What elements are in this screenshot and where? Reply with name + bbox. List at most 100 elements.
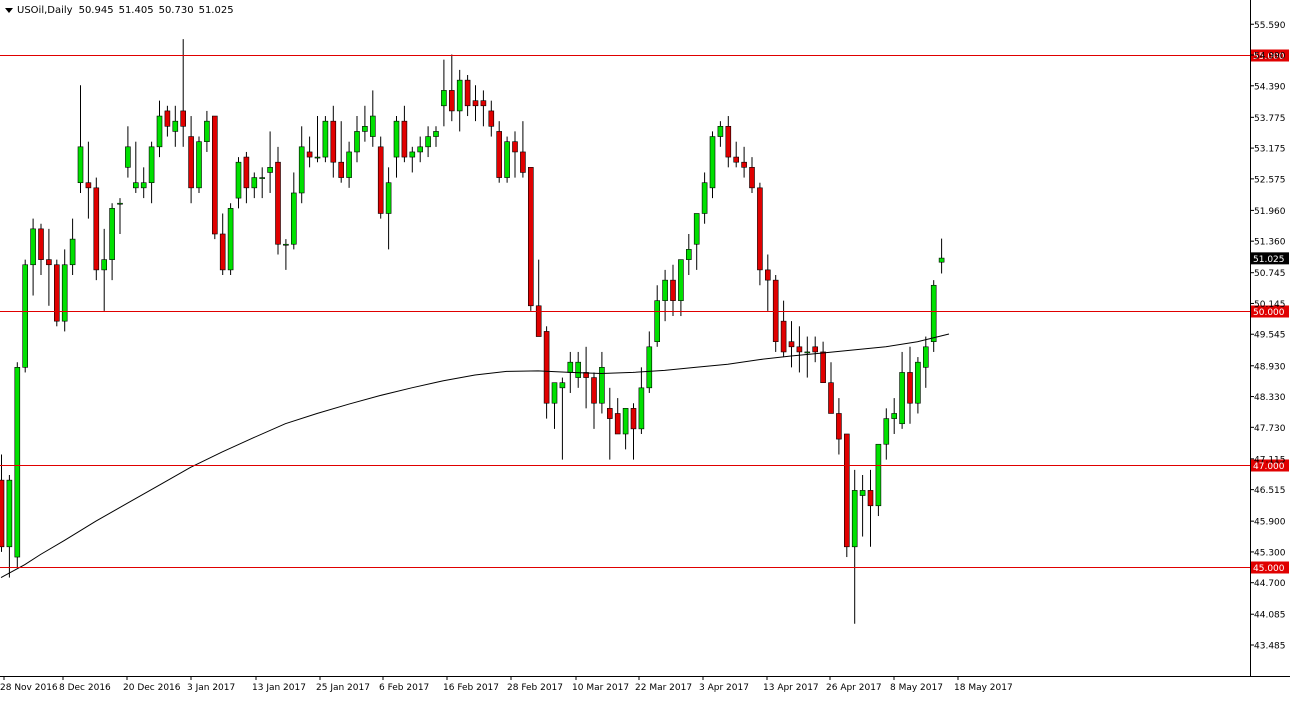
candle[interactable]: [53, 259, 60, 327]
candle[interactable]: [227, 203, 234, 276]
candle[interactable]: [101, 228, 107, 311]
candle[interactable]: [859, 475, 866, 537]
candle[interactable]: [330, 105, 337, 178]
candle[interactable]: [409, 146, 416, 173]
candle[interactable]: [156, 100, 163, 158]
dropdown-arrow-icon[interactable]: [5, 7, 13, 13]
candle[interactable]: [338, 121, 345, 183]
candle[interactable]: [259, 167, 266, 199]
candle[interactable]: [433, 126, 439, 147]
candle[interactable]: [22, 259, 29, 373]
candle[interactable]: [164, 105, 171, 137]
candle[interactable]: [780, 300, 787, 358]
candle[interactable]: [61, 249, 68, 332]
candle[interactable]: [851, 469, 858, 624]
candle[interactable]: [512, 131, 518, 178]
candle[interactable]: [662, 269, 668, 322]
candle[interactable]: [875, 443, 882, 517]
candle[interactable]: [757, 182, 763, 286]
candle[interactable]: [504, 136, 510, 183]
candle[interactable]: [480, 90, 487, 127]
candle[interactable]: [836, 398, 842, 455]
candle[interactable]: [306, 136, 313, 168]
candle[interactable]: [622, 408, 629, 450]
candle[interactable]: [448, 54, 455, 122]
candle[interactable]: [401, 105, 408, 163]
candle[interactable]: [899, 351, 905, 429]
candle[interactable]: [915, 357, 921, 414]
candle[interactable]: [393, 116, 400, 178]
candle[interactable]: [820, 341, 826, 384]
candle[interactable]: [843, 433, 850, 558]
candle[interactable]: [614, 398, 621, 435]
candle[interactable]: [583, 346, 589, 409]
candle[interactable]: [109, 203, 115, 281]
candle[interactable]: [275, 146, 281, 255]
candle[interactable]: [212, 115, 218, 240]
candle[interactable]: [749, 157, 755, 193]
candle[interactable]: [575, 351, 582, 388]
candle[interactable]: [551, 382, 558, 429]
candle[interactable]: [219, 213, 226, 276]
candle[interactable]: [828, 362, 834, 414]
candle[interactable]: [298, 126, 305, 204]
candle[interactable]: [685, 233, 692, 276]
candle[interactable]: [559, 377, 566, 460]
candle[interactable]: [883, 408, 890, 460]
candle[interactable]: [741, 146, 747, 178]
candle[interactable]: [369, 90, 376, 147]
candle[interactable]: [922, 336, 929, 388]
candle[interactable]: [188, 116, 194, 204]
candle[interactable]: [196, 136, 202, 193]
candle[interactable]: [38, 223, 44, 276]
candle[interactable]: [788, 321, 795, 368]
candle[interactable]: [251, 172, 258, 199]
candle[interactable]: [543, 326, 550, 419]
candle[interactable]: [14, 362, 21, 568]
candle[interactable]: [527, 167, 534, 311]
candle[interactable]: [425, 126, 431, 158]
price-chart[interactable]: 55.00050.00047.00045.000 55.590 54.990 54.…: [0, 0, 1290, 700]
candle[interactable]: [804, 336, 811, 378]
candle[interactable]: [812, 336, 819, 363]
chart-window[interactable]: 55.000 50.000 47.000 45.000 55.590 54.990 54.…: [0, 0, 1290, 700]
candle[interactable]: [472, 85, 479, 122]
candle[interactable]: [77, 85, 84, 193]
candle[interactable]: [520, 121, 526, 178]
candle[interactable]: [441, 59, 447, 127]
candle[interactable]: [693, 213, 700, 270]
candle[interactable]: [907, 346, 913, 424]
candle[interactable]: [733, 141, 740, 168]
candle[interactable]: [599, 351, 605, 414]
candle[interactable]: [701, 172, 708, 224]
candle[interactable]: [938, 238, 945, 274]
candle[interactable]: [456, 69, 463, 132]
candle[interactable]: [172, 105, 179, 147]
candle[interactable]: [417, 136, 424, 163]
candle[interactable]: [117, 198, 123, 234]
candle[interactable]: [638, 367, 645, 434]
candle[interactable]: [148, 141, 155, 204]
candle[interactable]: [654, 285, 661, 347]
candle[interactable]: [314, 116, 321, 163]
candle[interactable]: [93, 177, 100, 281]
candle[interactable]: [46, 228, 52, 306]
candle[interactable]: [69, 218, 76, 276]
candle[interactable]: [717, 121, 724, 147]
candle[interactable]: [867, 469, 874, 547]
candle[interactable]: [488, 100, 495, 137]
candle[interactable]: [204, 110, 210, 152]
candle[interactable]: [709, 131, 716, 199]
candle[interactable]: [283, 239, 289, 270]
candle[interactable]: [377, 136, 384, 219]
candle[interactable]: [346, 141, 352, 188]
candle[interactable]: [496, 121, 503, 183]
candle[interactable]: [30, 218, 36, 296]
candle[interactable]: [591, 372, 597, 429]
candle[interactable]: [464, 75, 471, 117]
candle[interactable]: [646, 331, 653, 393]
candle[interactable]: [85, 141, 92, 219]
candle[interactable]: [0, 454, 5, 552]
candle[interactable]: [930, 280, 937, 352]
candle[interactable]: [362, 105, 368, 142]
